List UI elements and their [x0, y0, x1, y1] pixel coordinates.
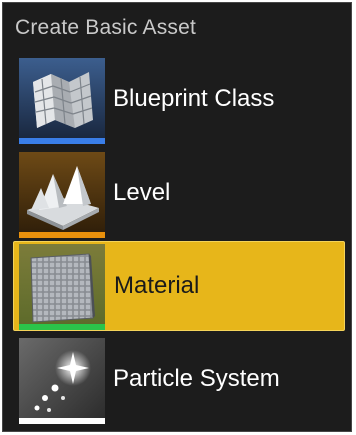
blueprint-color-stripe: [19, 138, 105, 144]
particle-system-color-stripe: [19, 418, 105, 424]
material-icon: [19, 244, 105, 330]
asset-item-blueprint-class[interactable]: Blueprint Class: [13, 55, 345, 145]
asset-label-material: Material: [114, 272, 200, 299]
menu-header: Create Basic Asset: [15, 16, 197, 39]
asset-item-material[interactable]: Material: [13, 241, 345, 331]
asset-item-particle-system[interactable]: Particle System: [13, 335, 345, 425]
asset-item-level[interactable]: Level: [13, 149, 345, 239]
level-icon: [19, 152, 105, 238]
level-color-stripe: [19, 232, 105, 238]
asset-label-blueprint-class: Blueprint Class: [113, 85, 275, 112]
material-color-stripe: [19, 324, 105, 330]
asset-label-level: Level: [113, 179, 171, 206]
particle-system-icon: [19, 338, 105, 424]
blueprint-icon: [19, 58, 105, 144]
asset-label-particle-system: Particle System: [113, 365, 280, 392]
create-basic-asset-menu: Create Basic Asset Blueprint Class Level…: [2, 2, 352, 432]
